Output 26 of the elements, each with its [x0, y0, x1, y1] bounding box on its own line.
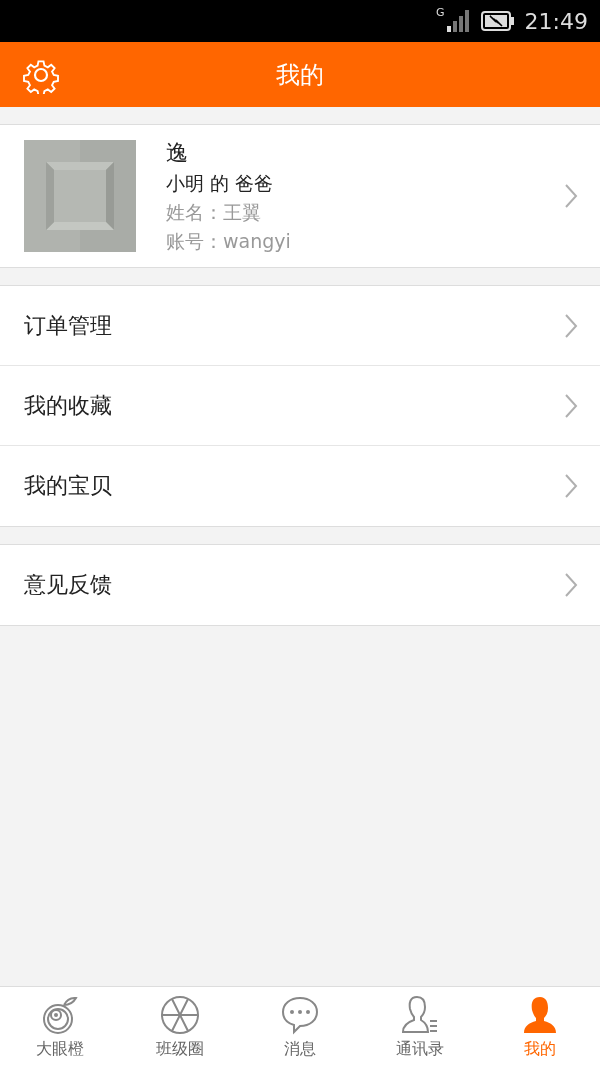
- tab-item[interactable]: 消息: [240, 987, 360, 1067]
- tab-item[interactable]: 通讯录: [360, 987, 480, 1067]
- chat-icon: [280, 994, 320, 1035]
- wheel-icon: [160, 994, 200, 1035]
- tab-item[interactable]: 班级圈: [120, 987, 240, 1067]
- real-name: 姓名：王翼: [166, 199, 262, 225]
- battery-icon: [480, 11, 515, 31]
- tab-item[interactable]: 大眼橙: [0, 987, 120, 1067]
- menu-item[interactable]: 订单管理: [0, 286, 600, 366]
- chevron-icon: [564, 572, 578, 598]
- menu-item[interactable]: 我的收藏: [0, 366, 600, 446]
- menu-item[interactable]: 意见反馈: [0, 545, 600, 625]
- chevron-icon: [564, 473, 578, 499]
- relation-label: 小明 的 爸爸: [166, 170, 275, 196]
- account-name: 账号：wangyi: [166, 228, 292, 254]
- signal-icon: [446, 10, 471, 32]
- nickname: 逸: [166, 138, 189, 167]
- chevron-icon: [564, 312, 578, 339]
- fruit-icon: [40, 994, 80, 1035]
- menu-item[interactable]: 我的宝贝: [0, 446, 600, 526]
- chevron-icon: [564, 183, 578, 209]
- contacts-icon: [400, 994, 440, 1035]
- chevron-icon: [564, 392, 578, 419]
- status-time: 21:49: [524, 8, 588, 34]
- page-title: 我的: [276, 59, 324, 91]
- network-type: G: [436, 6, 445, 19]
